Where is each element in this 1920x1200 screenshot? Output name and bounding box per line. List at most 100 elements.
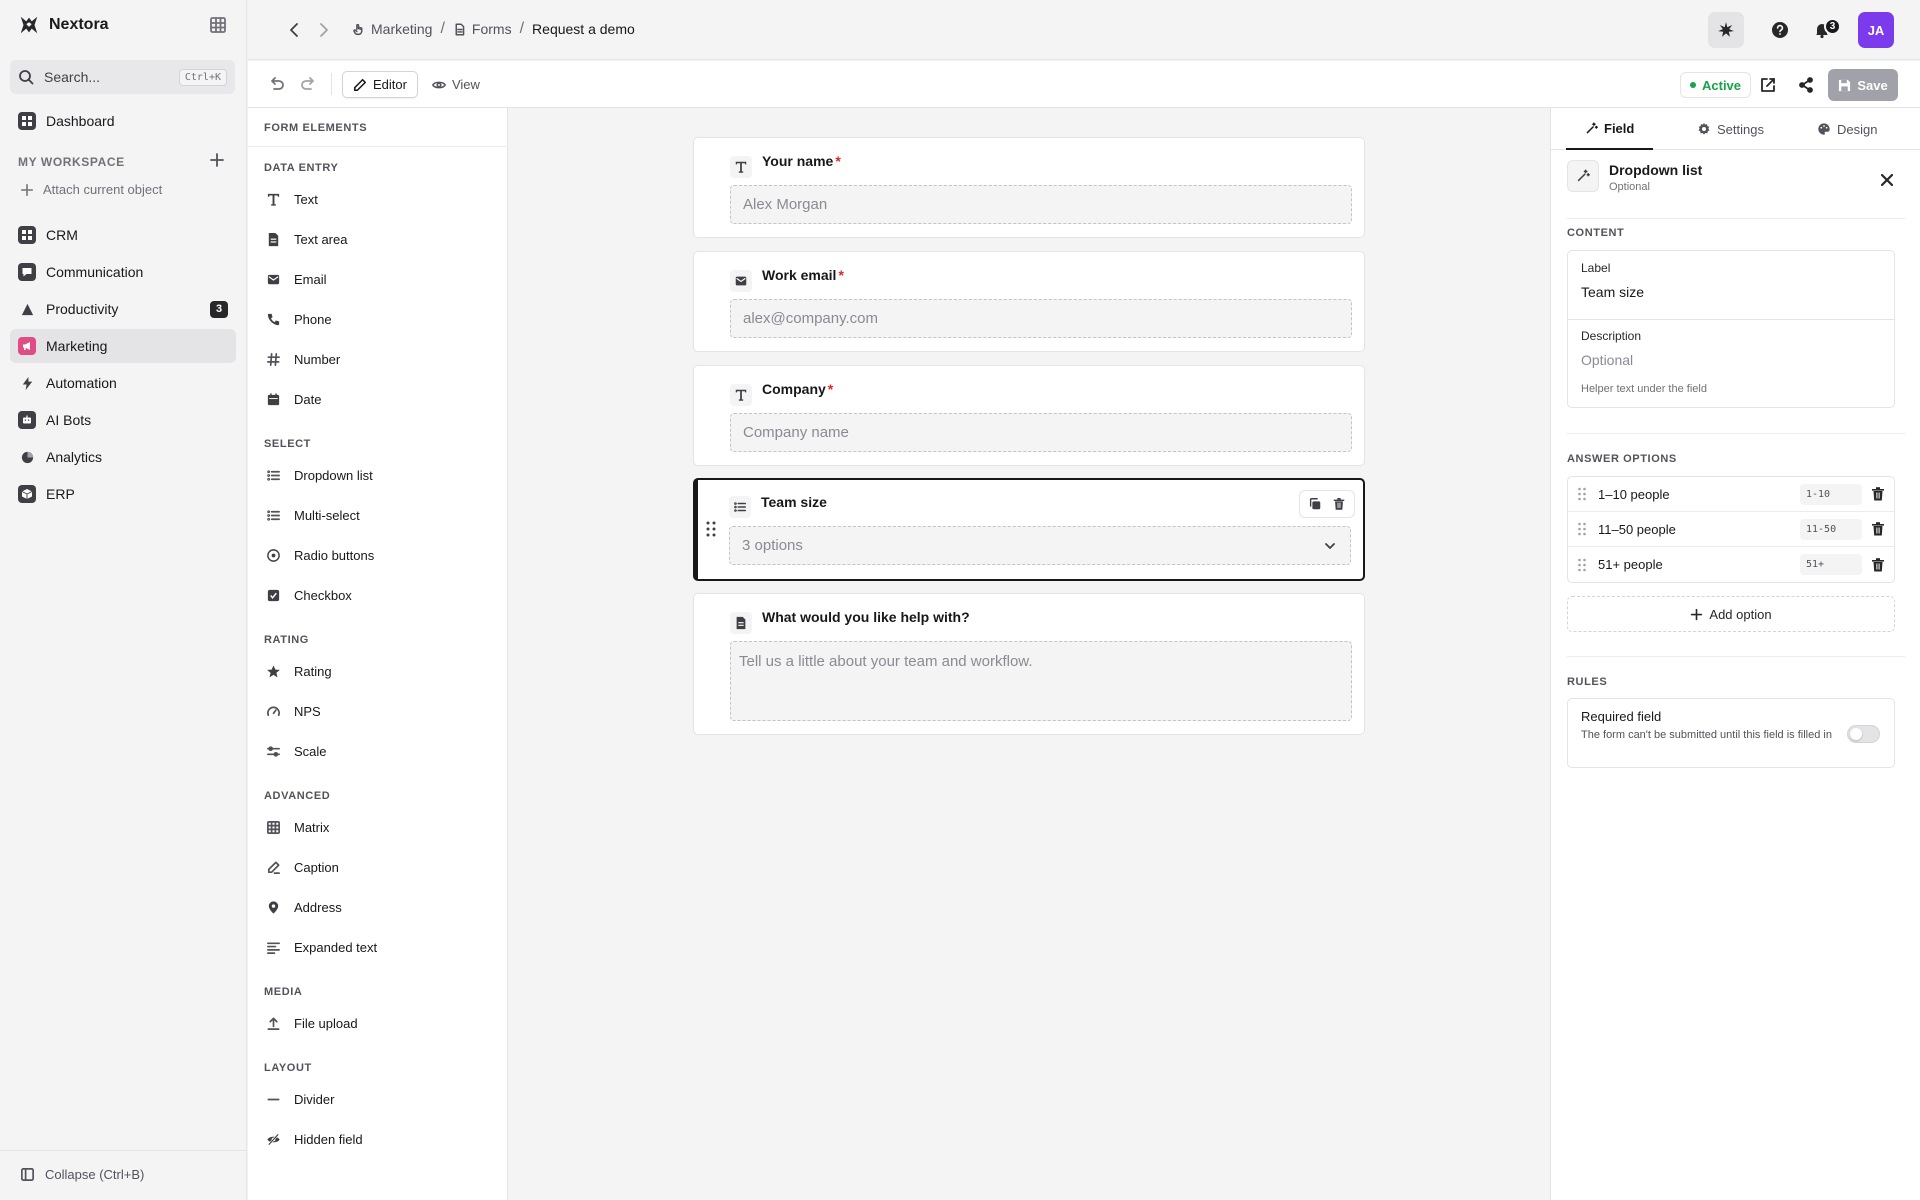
add-option-button[interactable]: Add option: [1567, 596, 1895, 632]
field-input-preview[interactable]: Company name: [730, 413, 1352, 452]
form-field-company[interactable]: Company * Company name: [693, 365, 1365, 466]
sidebar-item-analytics[interactable]: Analytics: [10, 440, 236, 474]
element-number[interactable]: Number: [264, 343, 494, 375]
drag-handle-icon[interactable]: [1576, 521, 1588, 537]
delete-field-button[interactable]: [1328, 493, 1350, 515]
element-radio-buttons[interactable]: Radio buttons: [264, 539, 494, 571]
element-divider[interactable]: Divider: [264, 1083, 494, 1115]
trash-icon[interactable]: [1870, 486, 1886, 502]
sidebar-item-marketing[interactable]: Marketing: [10, 329, 236, 363]
open-external-icon[interactable]: [1759, 76, 1777, 94]
form-field-team-size[interactable]: Team size 3 options: [693, 478, 1365, 581]
element-label: Radio buttons: [294, 547, 375, 563]
dashboard-icon: [18, 112, 36, 130]
sidebar-item-ai-bots[interactable]: AI Bots: [10, 403, 236, 437]
element-checkbox[interactable]: Checkbox: [264, 579, 494, 611]
tab-field[interactable]: Field: [1566, 108, 1654, 150]
form-field-help-with[interactable]: What would you like help with? Tell us a…: [693, 593, 1365, 735]
panel-divider: [248, 146, 508, 147]
form-field-your-name[interactable]: Your name * Alex Morgan: [693, 137, 1365, 238]
share-icon[interactable]: [1797, 76, 1815, 94]
top-bar: Marketing / Forms / Request a demo 3 JA: [248, 0, 1920, 60]
trash-icon[interactable]: [1870, 557, 1886, 573]
required-toggle[interactable]: [1847, 725, 1880, 743]
option-label[interactable]: 51+ people: [1598, 557, 1800, 572]
option-label[interactable]: 1–10 people: [1598, 487, 1800, 502]
sidebar-item-label: Marketing: [46, 338, 108, 354]
sidebar-item-automation[interactable]: Automation: [10, 366, 236, 400]
element-scale[interactable]: Scale: [264, 735, 494, 767]
answer-option-row[interactable]: 51+ people 51+: [1568, 547, 1894, 582]
undo-icon[interactable]: [268, 76, 286, 94]
brand[interactable]: Nextora: [18, 14, 109, 36]
drag-handle-icon[interactable]: [704, 520, 718, 538]
sidebar-item-crm[interactable]: CRM: [10, 218, 236, 252]
option-value[interactable]: 51+: [1800, 554, 1862, 575]
option-value[interactable]: 11-50: [1800, 518, 1862, 540]
view-mode-button[interactable]: View: [422, 71, 490, 98]
sidebar-item-erp[interactable]: ERP: [10, 477, 236, 511]
element-nps[interactable]: NPS: [264, 695, 494, 727]
element-hidden-field[interactable]: Hidden field: [264, 1123, 494, 1155]
sidebar-item-productivity[interactable]: Productivity 3: [10, 292, 236, 326]
help-button[interactable]: [1762, 12, 1798, 48]
element-label: Number: [294, 351, 341, 367]
search-bar[interactable]: Search... Ctrl+K: [10, 60, 235, 94]
textarea-preview[interactable]: Tell us a little about your team and wor…: [730, 641, 1352, 721]
element-dropdown-list[interactable]: Dropdown list: [264, 459, 494, 491]
element-file-upload[interactable]: File upload: [264, 1007, 494, 1039]
view-mode-label: View: [451, 77, 480, 92]
redo-icon[interactable]: [299, 76, 317, 94]
field-input-preview[interactable]: alex@company.com: [730, 299, 1352, 338]
save-button[interactable]: Save: [1828, 69, 1898, 101]
breadcrumb-marketing[interactable]: Marketing: [352, 21, 432, 37]
element-multi-select[interactable]: Multi-select: [264, 499, 494, 531]
element-date[interactable]: Date: [264, 383, 494, 415]
element-phone[interactable]: Phone: [264, 303, 494, 335]
element-caption[interactable]: Caption: [264, 851, 494, 883]
user-avatar[interactable]: JA: [1858, 12, 1894, 48]
option-value[interactable]: 1-10: [1800, 483, 1862, 505]
description-input[interactable]: Optional: [1581, 352, 1633, 368]
drag-handle-icon[interactable]: [1576, 486, 1588, 502]
notifications-button[interactable]: 3: [1804, 12, 1841, 48]
element-expanded-text[interactable]: Expanded text: [264, 931, 494, 963]
duplicate-field-button[interactable]: [1304, 493, 1326, 515]
option-label[interactable]: 11–50 people: [1598, 522, 1800, 537]
breadcrumb-forms[interactable]: Forms: [453, 21, 512, 37]
field-type-name: Dropdown list: [1609, 162, 1703, 178]
add-workspace-icon[interactable]: [209, 152, 225, 168]
tab-design[interactable]: Design: [1817, 108, 1877, 150]
element-email[interactable]: Email: [264, 263, 494, 295]
tab-settings[interactable]: Settings: [1697, 108, 1764, 150]
answer-option-row[interactable]: 1–10 people 1-10: [1568, 477, 1894, 512]
apps-grid-icon[interactable]: [209, 16, 227, 34]
back-arrow-icon[interactable]: [286, 21, 304, 39]
drag-handle-icon[interactable]: [1576, 557, 1588, 573]
sidebar-item-communication[interactable]: Communication: [10, 255, 236, 289]
form-field-work-email[interactable]: Work email * alex@company.com: [693, 251, 1365, 352]
element-text-area[interactable]: Text area: [264, 223, 494, 255]
status-badge[interactable]: Active: [1680, 72, 1752, 98]
document-icon: [264, 230, 282, 248]
trash-icon[interactable]: [1870, 521, 1886, 537]
editor-mode-button[interactable]: Editor: [342, 71, 418, 98]
label-input[interactable]: Team size: [1581, 284, 1644, 300]
ai-assistant-button[interactable]: [1708, 12, 1744, 48]
forward-arrow-icon[interactable]: [314, 21, 332, 39]
sidebar-item-dashboard[interactable]: Dashboard: [10, 104, 236, 138]
search-input[interactable]: Search...: [44, 69, 169, 85]
close-icon[interactable]: [1879, 172, 1895, 188]
field-input-preview[interactable]: Alex Morgan: [730, 185, 1352, 224]
attach-object-button[interactable]: Attach current object: [20, 182, 162, 197]
app-name: Nextora: [49, 16, 109, 33]
answer-option-row[interactable]: 11–50 people 11-50: [1568, 512, 1894, 547]
element-matrix[interactable]: Matrix: [264, 811, 494, 843]
collapse-sidebar-button[interactable]: Collapse (Ctrl+B): [20, 1167, 144, 1182]
element-label: Email: [294, 271, 327, 287]
element-text[interactable]: Text: [264, 183, 494, 215]
element-rating[interactable]: Rating: [264, 655, 494, 687]
element-address[interactable]: Address: [264, 891, 494, 923]
dropdown-preview[interactable]: 3 options: [729, 526, 1351, 565]
sidebar-item-label: Automation: [46, 375, 117, 391]
